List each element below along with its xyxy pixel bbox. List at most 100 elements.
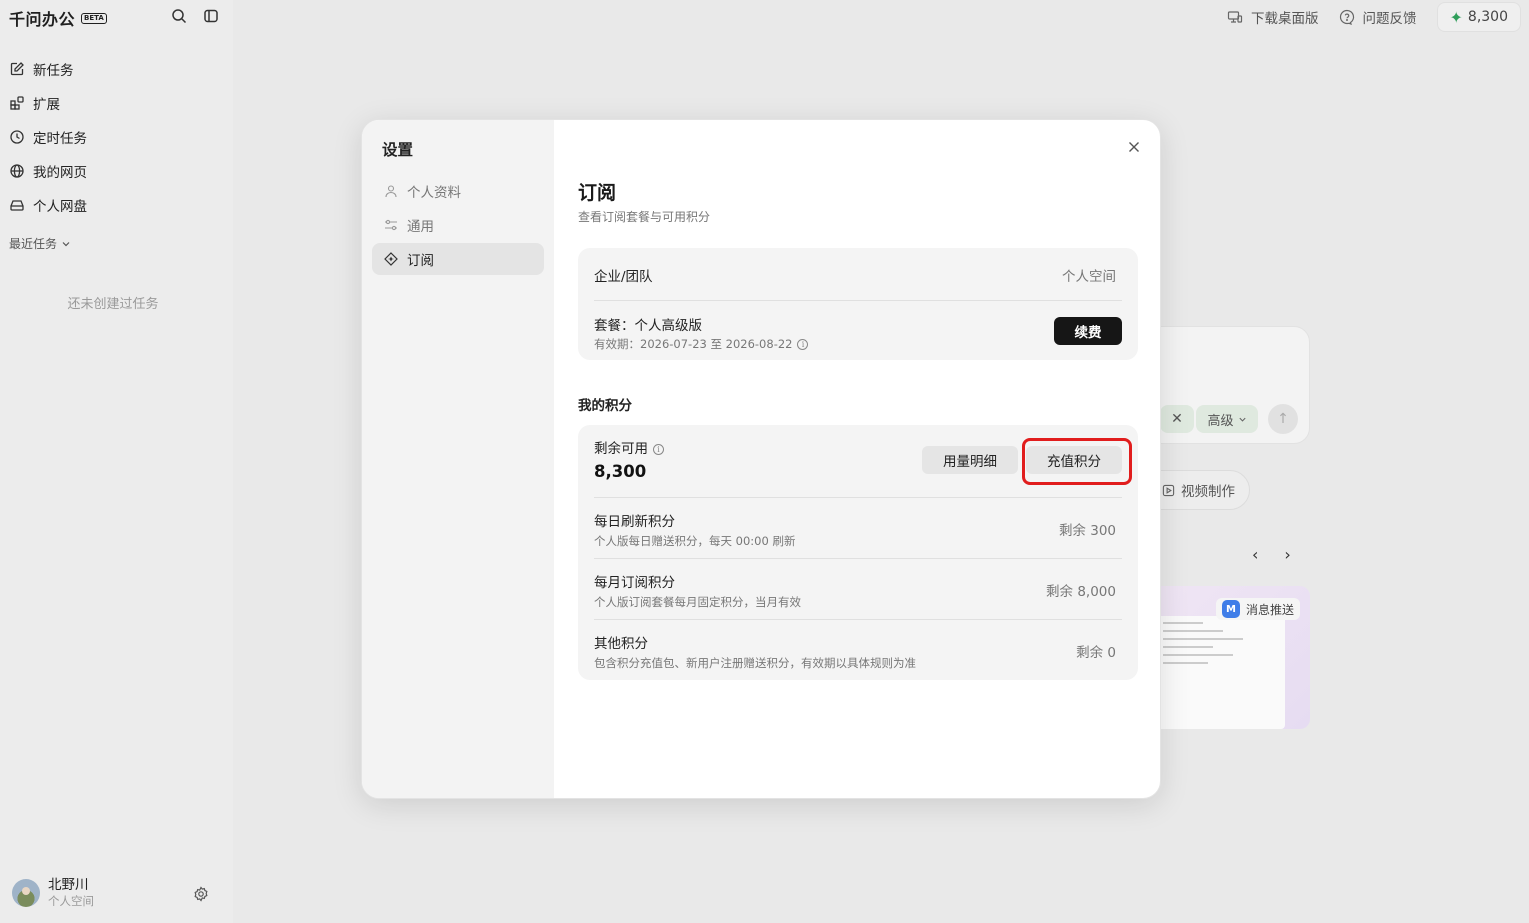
credits-pill[interactable]: ✦ 8,300 xyxy=(1436,2,1521,32)
settings-menu-label: 个人资料 xyxy=(407,185,461,201)
recent-tasks-label: 最近任务 xyxy=(9,237,58,251)
brand[interactable]: 千问办公 BETA xyxy=(9,6,107,30)
document-thumbnail xyxy=(1155,616,1285,729)
user-profile[interactable]: 北野川 个人空间 xyxy=(12,877,94,908)
divider xyxy=(594,558,1122,559)
credit-row-title: 每月订阅积分 xyxy=(594,575,675,591)
credit-row-title: 每日刷新积分 xyxy=(594,514,675,530)
sidebar-item-label: 扩展 xyxy=(33,97,60,113)
sidebar-toggle-icon[interactable] xyxy=(203,8,219,24)
avatar xyxy=(12,878,40,907)
renew-button[interactable]: 续费 xyxy=(1054,317,1122,345)
arrow-up-icon: ↑ xyxy=(1277,411,1289,427)
send-button[interactable]: ↑ xyxy=(1268,404,1298,434)
usage-details-button[interactable]: 用量明细 xyxy=(922,446,1018,474)
settings-menu-general[interactable]: 通用 xyxy=(372,209,544,241)
template-preview-card[interactable]: M 消息推送 xyxy=(1140,586,1310,729)
sidebar: 千问办公 BETA 新任务 扩展 定时任务 我的网页 个人网盘 最近任务 还未创… xyxy=(0,0,233,923)
other-credits-row: 其他积分 包含积分充值包、新用户注册赠送积分，有效期以具体规则为准 剩余 0 xyxy=(594,632,1122,671)
divider xyxy=(594,619,1122,620)
sidebar-item-label: 我的网页 xyxy=(33,165,87,181)
clock-icon xyxy=(10,130,24,144)
credit-row-value: 剩余 0 xyxy=(1076,645,1116,661)
daily-credits-row: 每日刷新积分 个人版每日赠送积分，每天 00:00 刷新 剩余 300 xyxy=(594,510,1122,549)
org-row: 企业/团队 个人空间 xyxy=(594,265,1122,285)
recent-tasks-toggle[interactable]: 最近任务 xyxy=(9,235,71,252)
sidebar-item-new-task[interactable]: 新任务 xyxy=(9,52,224,86)
carousel-arrows: ‹ › xyxy=(1252,545,1291,564)
subscription-icon xyxy=(384,252,398,266)
sidebar-nav: 新任务 扩展 定时任务 我的网页 个人网盘 xyxy=(9,52,224,222)
feedback-link[interactable]: 问题反馈 xyxy=(1339,7,1417,27)
chevron-down-icon xyxy=(62,241,70,246)
gear-icon[interactable] xyxy=(193,886,209,902)
sliders-icon xyxy=(385,219,397,231)
credit-row-title: 其他积分 xyxy=(594,636,648,652)
remove-chip-button[interactable]: ✕ xyxy=(1160,405,1194,433)
settings-title: 设置 xyxy=(382,141,414,159)
message-push-tag: M 消息推送 xyxy=(1216,598,1301,620)
video-icon xyxy=(1162,484,1175,496)
settings-menu-profile[interactable]: 个人资料 xyxy=(372,175,544,207)
sparkle-icon: ✦ xyxy=(1449,7,1463,27)
desktop-icon xyxy=(1227,11,1243,23)
globe-icon xyxy=(10,164,24,178)
sidebar-item-label: 新任务 xyxy=(33,63,74,79)
info-icon[interactable]: i xyxy=(653,443,664,455)
m-app-icon: M xyxy=(1222,600,1240,618)
page-title: 订阅 xyxy=(578,182,617,204)
user-space: 个人空间 xyxy=(48,894,94,908)
credit-row-sub: 包含积分充值包、新用户注册赠送积分，有效期以具体规则为准 xyxy=(594,656,916,670)
divider xyxy=(594,300,1122,301)
plan-validity: 有效期：2026-07-23 至 2026-08-22 i xyxy=(594,336,1122,352)
level-select[interactable]: 高级 xyxy=(1196,405,1258,433)
plan-card: 企业/团队 个人空间 套餐：个人高级版 有效期：2026-07-23 至 202… xyxy=(578,248,1138,360)
divider xyxy=(594,497,1122,498)
credit-row-value: 剩余 8,000 xyxy=(1046,584,1116,600)
settings-modal: 设置 个人资料 通用 订阅 订阅 查看订阅套餐与可用积分 企业/团队 个人空间 xyxy=(361,119,1161,799)
chevron-left-icon[interactable]: ‹ xyxy=(1252,545,1258,564)
credit-row-value: 剩余 300 xyxy=(1058,523,1116,539)
help-icon xyxy=(1339,9,1354,25)
feedback-label: 问题反馈 xyxy=(1362,11,1417,27)
settings-menu-label: 通用 xyxy=(407,219,434,235)
plan-row: 套餐：个人高级版 有效期：2026-07-23 至 2026-08-22 i 续费 xyxy=(594,314,1122,352)
empty-tasks-text: 还未创建过任务 xyxy=(67,297,159,312)
sidebar-item-label: 个人网盘 xyxy=(33,199,87,215)
video-making-label: 视频制作 xyxy=(1181,484,1235,500)
settings-menu-label: 订阅 xyxy=(407,253,434,269)
sidebar-item-scheduled-tasks[interactable]: 定时任务 xyxy=(9,120,224,154)
chevron-right-icon[interactable]: › xyxy=(1284,545,1290,564)
brand-name: 千问办公 xyxy=(9,10,76,29)
extensions-icon xyxy=(10,96,24,110)
settings-menu: 个人资料 通用 订阅 xyxy=(372,175,544,277)
drive-icon xyxy=(10,200,24,211)
credits-value: 8,300 xyxy=(1467,9,1508,25)
beta-badge: BETA xyxy=(81,12,107,24)
download-desktop-link[interactable]: 下载桌面版 xyxy=(1227,7,1319,27)
page-description: 查看订阅套餐与可用积分 xyxy=(578,210,711,224)
sidebar-item-extensions[interactable]: 扩展 xyxy=(9,86,224,120)
org-label: 企业/团队 xyxy=(594,269,653,285)
top-bar: 下载桌面版 问题反馈 ✦ 8,300 xyxy=(1227,0,1529,34)
close-icon[interactable] xyxy=(1126,139,1142,155)
sidebar-item-personal-drive[interactable]: 个人网盘 xyxy=(9,188,224,222)
plan-label: 套餐：个人高级版 xyxy=(594,318,702,334)
remaining-label: 剩余可用 xyxy=(594,441,648,457)
credits-card: 剩余可用 i 8,300 用量明细 充值积分 每日刷新积分 个人版每日赠送积分，每… xyxy=(578,425,1138,680)
credits-section-title: 我的积分 xyxy=(578,398,632,414)
settings-menu-subscription[interactable]: 订阅 xyxy=(372,243,544,275)
highlight-box xyxy=(1022,438,1132,485)
credit-row-sub: 个人版每日赠送积分，每天 00:00 刷新 xyxy=(594,534,796,548)
plan-validity-text: 有效期：2026-07-23 至 2026-08-22 xyxy=(594,337,793,351)
user-name: 北野川 xyxy=(48,877,89,893)
sidebar-item-label: 定时任务 xyxy=(33,131,87,147)
edit-icon xyxy=(10,62,24,76)
level-select-label: 高级 xyxy=(1207,413,1234,429)
sidebar-item-my-webpages[interactable]: 我的网页 xyxy=(9,154,224,188)
message-push-label: 消息推送 xyxy=(1246,602,1295,617)
chevron-down-icon xyxy=(1238,417,1246,422)
monthly-credits-row: 每月订阅积分 个人版订阅套餐每月固定积分，当月有效 剩余 8,000 xyxy=(594,571,1122,610)
search-icon[interactable] xyxy=(171,8,187,24)
info-icon[interactable]: i xyxy=(797,339,809,350)
